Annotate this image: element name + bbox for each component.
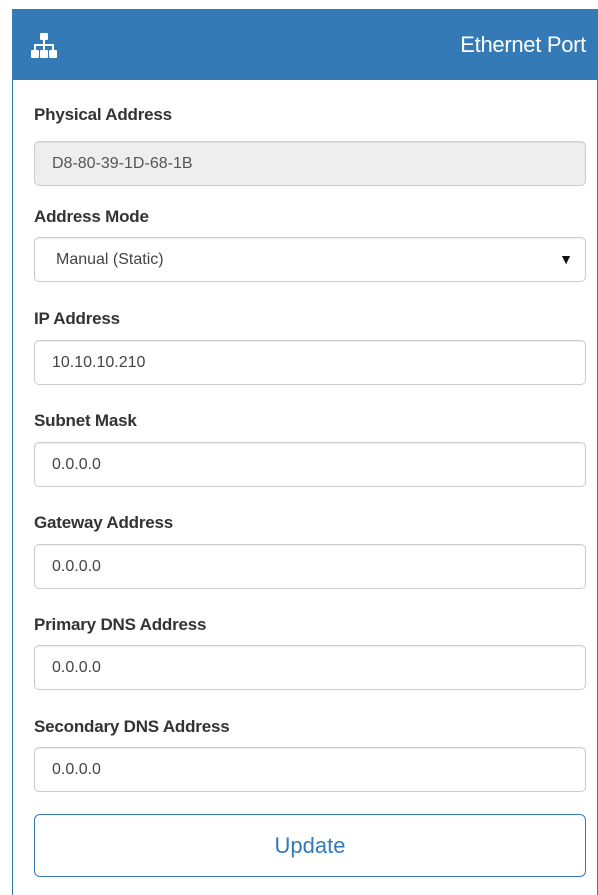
ip-address-label: IP Address (34, 309, 120, 328)
physical-address-field: D8-80-39-1D-68-1B (34, 141, 586, 186)
secondary-dns-input[interactable]: 0.0.0.0 (34, 747, 586, 792)
panel-header: Ethernet Port (12, 9, 598, 80)
subnet-mask-input[interactable]: 0.0.0.0 (34, 442, 586, 487)
secondary-dns-label: Secondary DNS Address (34, 717, 230, 736)
primary-dns-label: Primary DNS Address (34, 615, 207, 634)
update-button[interactable]: Update (34, 814, 586, 877)
physical-address-label: Physical Address (34, 105, 172, 124)
dropdown-arrow-icon: ▼ (559, 251, 573, 267)
panel-title: Ethernet Port (460, 32, 586, 57)
gateway-address-label: Gateway Address (34, 513, 174, 532)
gateway-address-input[interactable]: 0.0.0.0 (34, 544, 586, 589)
address-mode-value: Manual (Static) (56, 251, 164, 268)
address-mode-select[interactable]: Manual (Static) ▼ (34, 237, 586, 282)
ip-address-input[interactable]: 10.10.10.210 (34, 340, 586, 385)
address-mode-label: Address Mode (34, 207, 149, 226)
ethernet-port-panel: Ethernet Port Physical Address D8-80-39-… (12, 9, 598, 895)
sitemap-icon (30, 33, 58, 59)
subnet-mask-label: Subnet Mask (34, 411, 137, 430)
primary-dns-input[interactable]: 0.0.0.0 (34, 645, 586, 690)
